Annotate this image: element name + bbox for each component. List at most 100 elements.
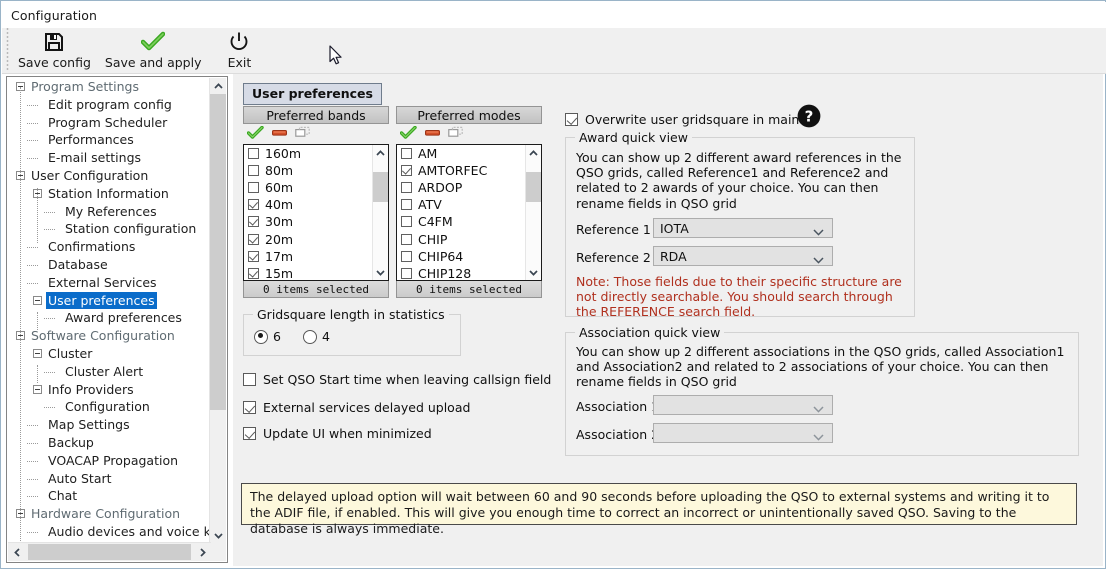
reference-1-select[interactable]: IOTA [653,218,833,238]
checkbox-icon[interactable] [248,165,259,177]
checkbox-icon[interactable] [248,267,259,279]
list-item[interactable]: 15m [244,265,388,280]
sidebar-item-station-information[interactable]: Station Information [8,185,211,203]
checkbox-icon[interactable] [401,216,412,228]
sidebar-item-chat[interactable]: Chat [8,487,211,505]
checkbox-icon[interactable] [401,267,412,279]
scroll-left-icon[interactable] [8,543,25,561]
list-item[interactable]: AM [397,145,541,162]
association-1-select[interactable] [653,395,833,415]
checkbox-icon[interactable] [248,148,259,160]
gridsquare-option-4[interactable]: 4 [302,329,330,344]
uncheck-all-icon[interactable] [272,126,287,142]
sidebar-item-configuration[interactable]: Configuration [8,398,211,416]
modes-list-scrollbar[interactable] [525,145,541,280]
invert-selection-icon[interactable] [295,126,311,142]
checkbox-icon[interactable] [248,199,259,211]
tree-horizontal-scrollbar[interactable] [8,542,211,561]
checkbox-icon[interactable] [248,182,259,194]
invert-selection-icon[interactable] [448,126,464,142]
sidebar-item-info-providers[interactable]: Info Providers [8,381,211,399]
save-and-apply-button[interactable]: Save and apply [98,28,209,70]
sidebar-item-program-settings[interactable]: Program Settings [8,78,211,96]
list-item[interactable]: 160m [244,145,388,162]
modes-scroll-thumb[interactable] [526,172,541,202]
tree-expander-icon[interactable] [33,295,42,305]
tree-vertical-scrollbar[interactable] [209,78,226,544]
set-qso-start-time-checkbox[interactable]: Set QSO Start time when leaving callsign… [243,372,551,387]
sidebar-item-user-preferences[interactable]: User preferences [8,291,211,310]
sidebar-item-cluster[interactable]: Cluster [8,345,211,363]
sidebar-item-voacap-propagation[interactable]: VOACAP Propagation [8,452,211,470]
checkbox-icon[interactable] [248,250,259,262]
gridsquare-option-6[interactable]: 6 [254,329,281,344]
sidebar-item-audio-devices-and-voice-keye[interactable]: Audio devices and voice keye [8,523,211,541]
checkbox-icon[interactable] [401,250,412,262]
sidebar-item-software-configuration[interactable]: Software Configuration [8,327,211,345]
sidebar-item-performances[interactable]: Performances [8,131,211,149]
scroll-up-icon[interactable] [210,78,226,94]
list-item[interactable]: ATV [397,196,541,213]
checkbox-icon[interactable] [401,199,412,211]
preferred-bands-list[interactable]: 160m 80m 60m 40m 30m 20m 17m 15m [243,144,389,281]
list-item[interactable]: AMTORFEC [397,162,541,179]
list-item[interactable]: 60m [244,179,388,196]
checkbox-icon[interactable] [401,165,412,177]
sidebar-item-external-services[interactable]: External Services [8,274,211,292]
reference-2-select[interactable]: RDA [653,246,833,266]
scroll-up-icon[interactable] [373,145,388,160]
list-item[interactable]: ARDOP [397,179,541,196]
sidebar-item-database[interactable]: Database [8,256,211,274]
sidebar-item-hardware-configuration[interactable]: Hardware Configuration [8,505,211,523]
scroll-right-icon[interactable] [194,543,211,561]
save-config-button[interactable]: Save config [11,28,98,70]
sidebar-item-program-scheduler[interactable]: Program Scheduler [8,114,211,132]
checkbox-icon[interactable] [401,182,412,194]
check-all-icon[interactable] [399,125,417,142]
sidebar-item-cluster-alert[interactable]: Cluster Alert [8,363,211,381]
check-all-icon[interactable] [246,125,264,142]
sidebar-item-e-mail-settings[interactable]: E-mail settings [8,149,211,167]
list-item[interactable]: 30m [244,213,388,230]
sidebar-item-backup[interactable]: Backup [8,434,211,452]
overwrite-gridsquare-checkbox[interactable]: Overwrite user gridsquare in main UI [565,112,816,127]
scroll-down-icon[interactable] [210,528,226,544]
list-item[interactable]: CHIP64 [397,248,541,265]
help-icon[interactable]: ? [797,104,821,131]
sidebar-item-auto-start[interactable]: Auto Start [8,470,211,488]
list-item[interactable]: CHIP128 [397,265,541,280]
toolbar-grip[interactable] [4,28,11,70]
tree-expander-icon[interactable] [33,384,42,394]
sidebar-item-station-configuration[interactable]: Station configuration [8,220,211,238]
preferred-modes-list[interactable]: AM AMTORFEC ARDOP ATV C4FM CHIP CHIP64 CHIP128 [396,144,542,281]
checkbox-icon[interactable] [401,148,412,160]
sidebar-item-map-settings[interactable]: Map Settings [8,416,211,434]
list-item[interactable]: CHIP [397,230,541,247]
scroll-down-icon[interactable] [373,265,388,280]
tree-hscroll-thumb[interactable] [28,544,191,560]
tree-scroll-thumb[interactable] [210,94,226,410]
list-item[interactable]: 20m [244,230,388,247]
sidebar-item-my-references[interactable]: My References [8,203,211,221]
list-item[interactable]: 17m [244,248,388,265]
sidebar-item-user-configuration[interactable]: User Configuration [8,167,211,185]
uncheck-all-icon[interactable] [425,126,440,142]
association-2-select[interactable] [653,423,833,443]
exit-button[interactable]: Exit [208,28,270,70]
sidebar-item-award-preferences[interactable]: Award preferences [8,309,211,327]
bands-list-scrollbar[interactable] [372,145,388,280]
list-item[interactable]: C4FM [397,213,541,230]
list-item[interactable]: 80m [244,162,388,179]
sidebar-item-confirmations[interactable]: Confirmations [8,238,211,256]
checkbox-icon[interactable] [248,216,259,228]
scroll-up-icon[interactable] [526,145,541,160]
scroll-down-icon[interactable] [526,265,541,280]
bands-scroll-thumb[interactable] [373,172,388,202]
sidebar-item-edit-program-config[interactable]: Edit program config [8,96,211,114]
tree-expander-icon[interactable] [33,348,42,358]
list-item[interactable]: 40m [244,196,388,213]
checkbox-icon[interactable] [248,233,259,245]
settings-tree[interactable]: Program Settings Edit program config Progr… [8,78,211,544]
update-ui-when-minimized-checkbox[interactable]: Update UI when minimized [243,426,432,441]
checkbox-icon[interactable] [401,233,412,245]
